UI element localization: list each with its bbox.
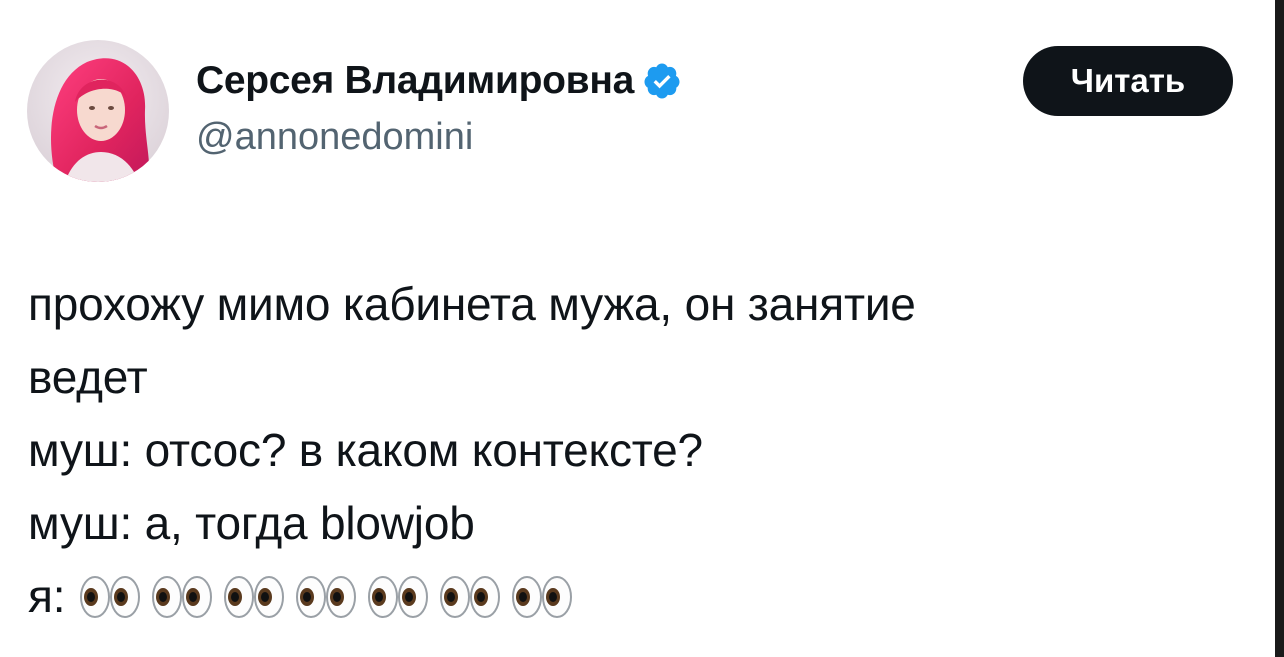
- eyes-emoji: [512, 575, 573, 618]
- eyes-emoji: [152, 575, 213, 618]
- window-edge: [1275, 0, 1284, 657]
- author-name-row: Серсея Владимировна: [196, 58, 682, 104]
- eyes-emoji: [296, 575, 357, 618]
- tweet-line: прохожу мимо кабинета мужа, он занятие: [28, 278, 916, 330]
- avatar[interactable]: [27, 40, 169, 182]
- eyes-emoji: [80, 575, 141, 618]
- eyes-emoji: [224, 575, 285, 618]
- eyes-emoji: [440, 575, 501, 618]
- tweet-line-emoji: я:: [28, 560, 1148, 633]
- tweet-line-prefix: я:: [28, 570, 66, 622]
- verified-badge-icon[interactable]: [642, 61, 682, 101]
- follow-button[interactable]: Читать: [1023, 46, 1233, 116]
- tweet-line: ведет: [28, 351, 148, 403]
- author-handle[interactable]: @annonedomini: [196, 116, 473, 159]
- tweet-text: прохожу мимо кабинета мужа, он занятие в…: [28, 268, 1148, 633]
- eyes-emoji-group: [79, 574, 573, 620]
- author-display-name[interactable]: Серсея Владимировна: [196, 59, 634, 103]
- tweet-line: муш: а, тогда blowjob: [28, 497, 475, 549]
- tweet-line: муш: отсос? в каком контексте?: [28, 424, 703, 476]
- eyes-emoji: [368, 575, 429, 618]
